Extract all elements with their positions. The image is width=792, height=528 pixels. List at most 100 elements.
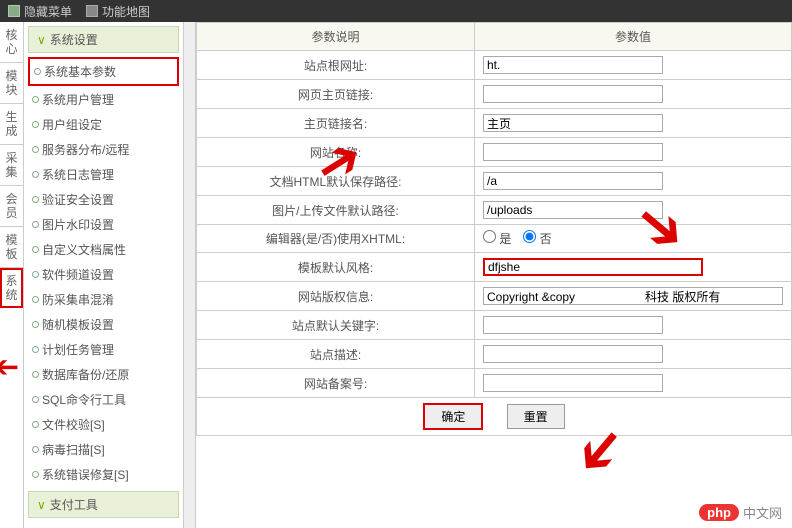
reset-button[interactable]: 重置: [507, 404, 565, 429]
table-row: 网站备案号:: [197, 369, 792, 398]
table-row: 站点默认关键字:: [197, 311, 792, 340]
hide-menu-button[interactable]: 隐藏菜单: [8, 3, 72, 20]
chevron-down-icon: ∨: [37, 33, 46, 47]
sidebar-item-usergroup[interactable]: 用户组设定: [28, 112, 179, 137]
param-label: 图片/上传文件默认路径:: [197, 196, 475, 225]
vtab-core[interactable]: 核心: [0, 22, 23, 63]
param-value-cell: [475, 138, 792, 167]
param-value-cell: 是 否: [475, 225, 792, 253]
sidebar-list-system: 系统基本参数 系统用户管理 用户组设定 服务器分布/远程 系统日志管理 验证安全…: [28, 57, 179, 487]
param-value-cell: [475, 196, 792, 225]
param-input[interactable]: [483, 172, 663, 190]
sidebar-item-software[interactable]: 软件频道设置: [28, 262, 179, 287]
sidebar-item-sql[interactable]: SQL命令行工具: [28, 387, 179, 412]
th-param-value: 参数值: [475, 23, 792, 51]
param-label: 站点根网址:: [197, 51, 475, 80]
sidebar-item-cron[interactable]: 计划任务管理: [28, 337, 179, 362]
param-input[interactable]: [483, 258, 703, 276]
sidebar-item-db-backup[interactable]: 数据库备份/还原: [28, 362, 179, 387]
sidebar-group-system[interactable]: ∨ 系统设置: [28, 26, 179, 53]
table-row: 主页链接名:: [197, 109, 792, 138]
param-label: 站点描述:: [197, 340, 475, 369]
param-table: 参数说明 参数值 站点根网址:网页主页链接:主页链接名:网站名称:文档HTML默…: [196, 22, 792, 436]
chevron-down-icon: ∨: [37, 498, 46, 512]
param-label: 网页主页链接:: [197, 80, 475, 109]
param-input[interactable]: [483, 143, 663, 161]
table-row: 图片/上传文件默认路径:: [197, 196, 792, 225]
sidebar-item-filecheck[interactable]: 文件校验[S]: [28, 412, 179, 437]
vtab-module[interactable]: 模块: [0, 63, 23, 104]
param-value-cell: [475, 167, 792, 196]
hide-menu-icon: [8, 5, 20, 17]
param-input[interactable]: [483, 287, 783, 305]
param-value-cell: [475, 109, 792, 138]
vtab-system[interactable]: 系统: [0, 268, 23, 308]
param-input[interactable]: [483, 316, 663, 334]
sidebar-item-virus[interactable]: 病毒扫描[S]: [28, 437, 179, 462]
sitemap-icon: [86, 5, 98, 17]
sidebar-item-card-cat[interactable]: 点卡产品分类: [28, 522, 179, 528]
param-value-cell: [475, 369, 792, 398]
param-label: 主页链接名:: [197, 109, 475, 138]
param-input[interactable]: [483, 345, 663, 363]
table-row: 模板默认风格:: [197, 253, 792, 282]
sidebar-item-docattr[interactable]: 自定义文档属性: [28, 237, 179, 262]
param-value-cell: [475, 80, 792, 109]
param-input[interactable]: [483, 114, 663, 132]
sidebar-item-random-tpl[interactable]: 随机模板设置: [28, 312, 179, 337]
sidebar-group-pay[interactable]: ∨ 支付工具: [28, 491, 179, 518]
sidebar-item-syslog[interactable]: 系统日志管理: [28, 162, 179, 187]
sidebar-group-title: 支付工具: [50, 498, 98, 512]
table-row: 站点描述:: [197, 340, 792, 369]
sitemap-button[interactable]: 功能地图: [86, 3, 150, 20]
th-param-desc: 参数说明: [197, 23, 475, 51]
logo-text: 中文网: [743, 503, 782, 522]
sidebar-list-pay: 点卡产品分类 点卡产品管理 会员产品分类 会员消费记录: [28, 522, 179, 528]
param-label: 网站备案号:: [197, 369, 475, 398]
param-label: 站点默认关键字:: [197, 311, 475, 340]
param-label: 网站版权信息:: [197, 282, 475, 311]
param-input[interactable]: [483, 201, 663, 219]
vertical-tabs: 核心 模块 生成 采集 会员 模板 系统: [0, 22, 24, 528]
sidebar-resizer[interactable]: [184, 22, 196, 528]
sidebar-item-watermark[interactable]: 图片水印设置: [28, 212, 179, 237]
sidebar-item-anticrawl[interactable]: 防采集串混淆: [28, 287, 179, 312]
table-row: 站点根网址:: [197, 51, 792, 80]
vtab-collect[interactable]: 采集: [0, 145, 23, 186]
param-label: 网站名称:: [197, 138, 475, 167]
vtab-generate[interactable]: 生成: [0, 104, 23, 145]
hide-menu-label: 隐藏菜单: [24, 3, 72, 20]
sidebar-item-server[interactable]: 服务器分布/远程: [28, 137, 179, 162]
param-value-cell: [475, 311, 792, 340]
table-row: 文档HTML默认保存路径:: [197, 167, 792, 196]
content-panel: ➔ ➔ ➔ 参数说明 参数值 站点根网址:网页主页链接:主页链接名:网站名称:文…: [196, 22, 792, 528]
watermark-logo: php 中文网: [699, 503, 782, 522]
table-row: 编辑器(是/否)使用XHTML: 是 否: [197, 225, 792, 253]
sidebar-group-title: 系统设置: [50, 33, 98, 47]
sidebar-item-security[interactable]: 验证安全设置: [28, 187, 179, 212]
logo-badge: php: [699, 504, 739, 521]
param-value-cell: [475, 282, 792, 311]
sidebar-item-basic-params[interactable]: 系统基本参数: [28, 57, 179, 86]
main-area: ➔ 核心 模块 生成 采集 会员 模板 系统 ∨系统设置 系统基本参数 系统用户…: [0, 22, 792, 528]
param-value-cell: [475, 51, 792, 80]
param-label: 编辑器(是/否)使用XHTML:: [197, 225, 475, 253]
radio-no[interactable]: 否: [523, 230, 551, 247]
top-bar: 隐藏菜单 功能地图: [0, 0, 792, 22]
sidebar-item-repair[interactable]: 系统错误修复[S]: [28, 462, 179, 487]
sidebar-item-user-mgmt[interactable]: 系统用户管理: [28, 87, 179, 112]
confirm-button[interactable]: 确定: [423, 403, 483, 430]
vtab-member[interactable]: 会员: [0, 186, 23, 227]
param-input[interactable]: [483, 85, 663, 103]
param-value-cell: [475, 253, 792, 282]
table-row: 网页主页链接:: [197, 80, 792, 109]
param-input[interactable]: [483, 56, 663, 74]
radio-yes[interactable]: 是: [483, 230, 511, 247]
param-input[interactable]: [483, 374, 663, 392]
table-row: 网站版权信息:: [197, 282, 792, 311]
param-label: 模板默认风格:: [197, 253, 475, 282]
sitemap-label: 功能地图: [102, 3, 150, 20]
sidebar: ∨ 系统设置 系统基本参数 系统用户管理 用户组设定 服务器分布/远程 系统日志管…: [24, 22, 184, 528]
table-row: 网站名称:: [197, 138, 792, 167]
vtab-template[interactable]: 模板: [0, 227, 23, 268]
